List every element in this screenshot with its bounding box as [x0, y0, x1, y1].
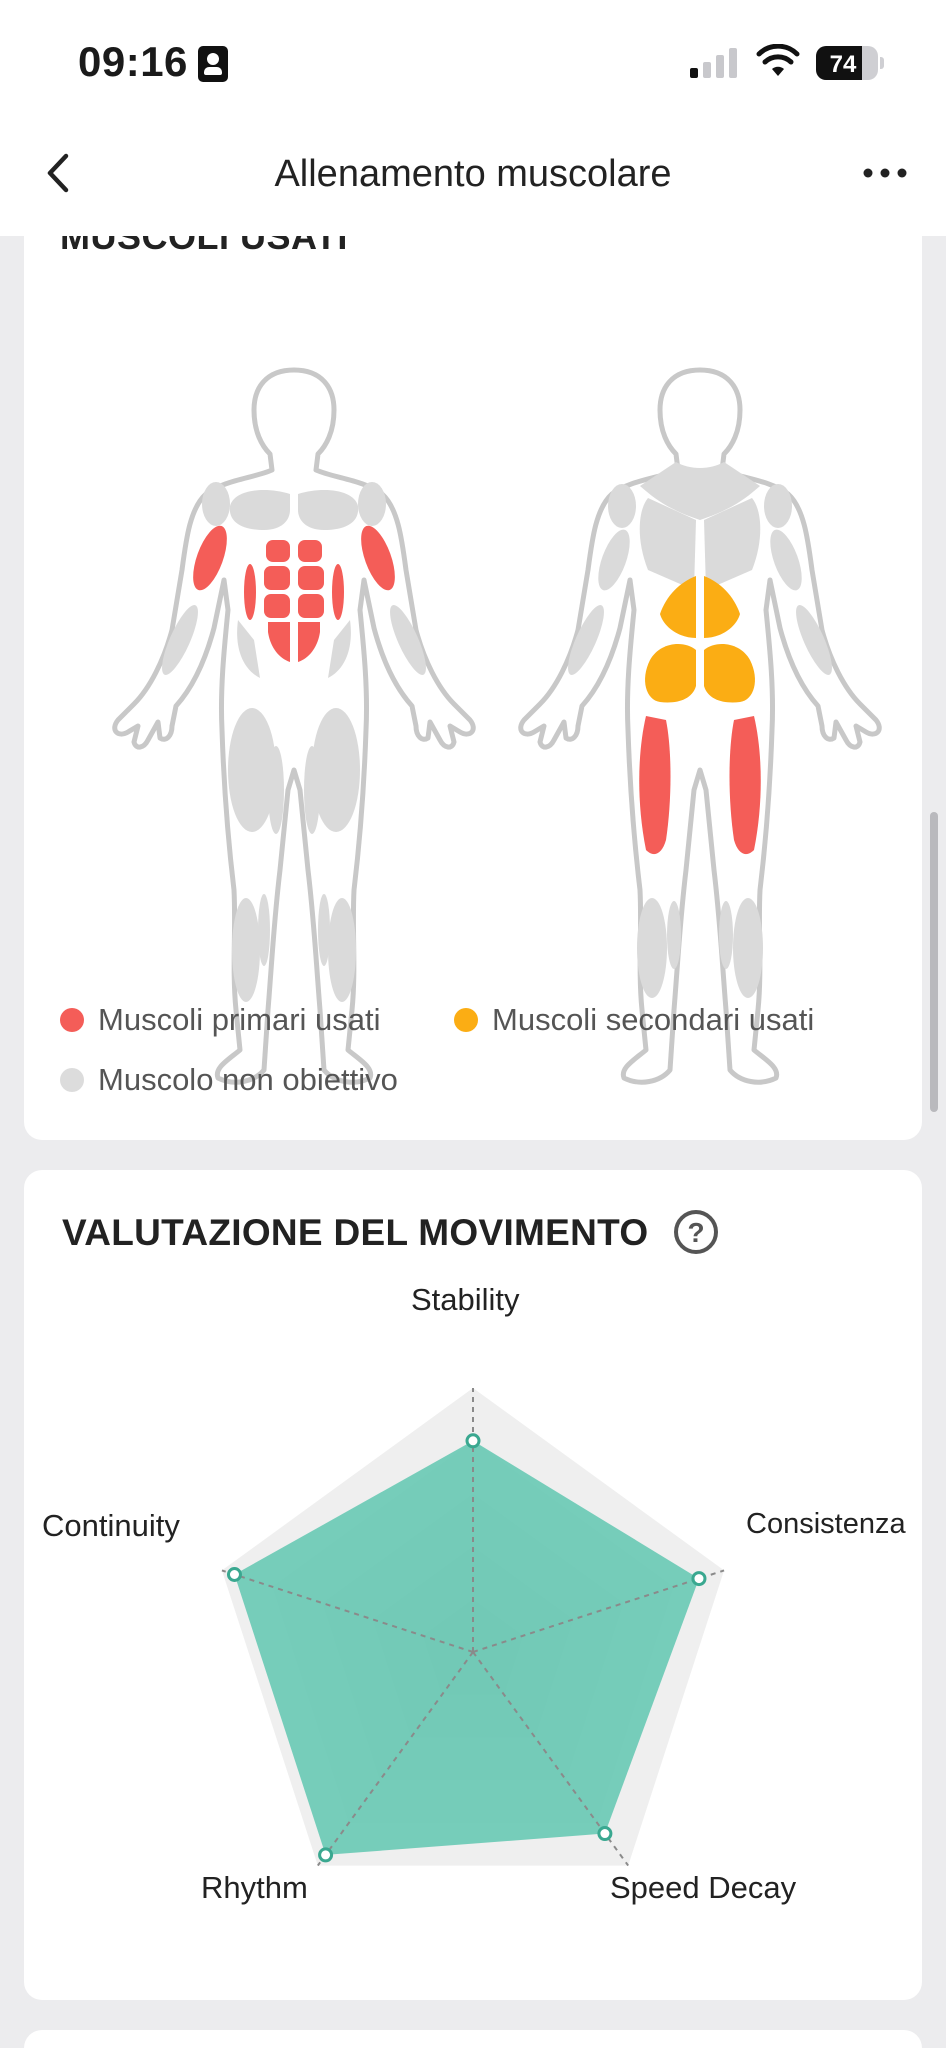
wifi-icon — [756, 44, 800, 76]
radar-point — [691, 1571, 707, 1587]
radar-label-speed-decay: Speed Decay — [610, 1870, 797, 1905]
movement-evaluation-card: VALUTAZIONE DEL MOVIMENTO ? Stability Co… — [24, 1170, 922, 2000]
nav-bar: Allenamento muscolare — [0, 120, 946, 236]
legend-primary-label: Muscoli primari usati — [98, 1002, 381, 1037]
secondary-dot-icon — [454, 1008, 478, 1032]
primary-dot-icon — [60, 1008, 84, 1032]
next-card — [24, 2030, 922, 2048]
legend-non-target: Muscolo non obiettivo — [60, 1062, 398, 1098]
radar-point — [597, 1826, 613, 1842]
battery-icon: 74 — [816, 46, 884, 80]
radar-label-continuity: Continuity — [42, 1508, 180, 1543]
status-bar: 09:16 74 — [0, 0, 946, 120]
non-target-dot-icon — [60, 1068, 84, 1092]
status-time: 09:16 — [78, 38, 188, 85]
radar-point — [226, 1566, 242, 1582]
scrollbar[interactable] — [930, 812, 938, 1112]
radar-point — [318, 1847, 334, 1863]
radar-label-rhythm: Rhythm — [201, 1870, 308, 1905]
signal-icon — [690, 48, 738, 78]
radar-label-consistenza: Consistenza — [746, 1508, 906, 1540]
legend-secondary-label: Muscoli secondari usati — [492, 1002, 815, 1037]
radar-chart: Stability Consistenza Speed Decay Rhythm… — [24, 1270, 922, 1990]
legend-primary: Muscoli primari usati — [60, 1002, 381, 1038]
legend-non-target-label: Muscolo non obiettivo — [98, 1062, 398, 1097]
movement-section-title: VALUTAZIONE DEL MOVIMENTO — [62, 1212, 649, 1253]
help-icon[interactable]: ? — [674, 1210, 718, 1254]
muscle-body-diagram — [24, 290, 922, 1110]
battery-level: 74 — [829, 51, 857, 78]
muscles-used-card: MUSCOLI USATI Muscoli primari usati Musc… — [24, 150, 922, 1140]
legend-secondary: Muscoli secondari usati — [454, 1002, 814, 1038]
radar-point — [465, 1433, 481, 1449]
more-options-icon[interactable] — [860, 158, 910, 188]
page-title: Allenamento muscolare — [274, 153, 672, 195]
contact-card-icon — [198, 46, 228, 82]
radar-label-stability: Stability — [411, 1282, 520, 1317]
